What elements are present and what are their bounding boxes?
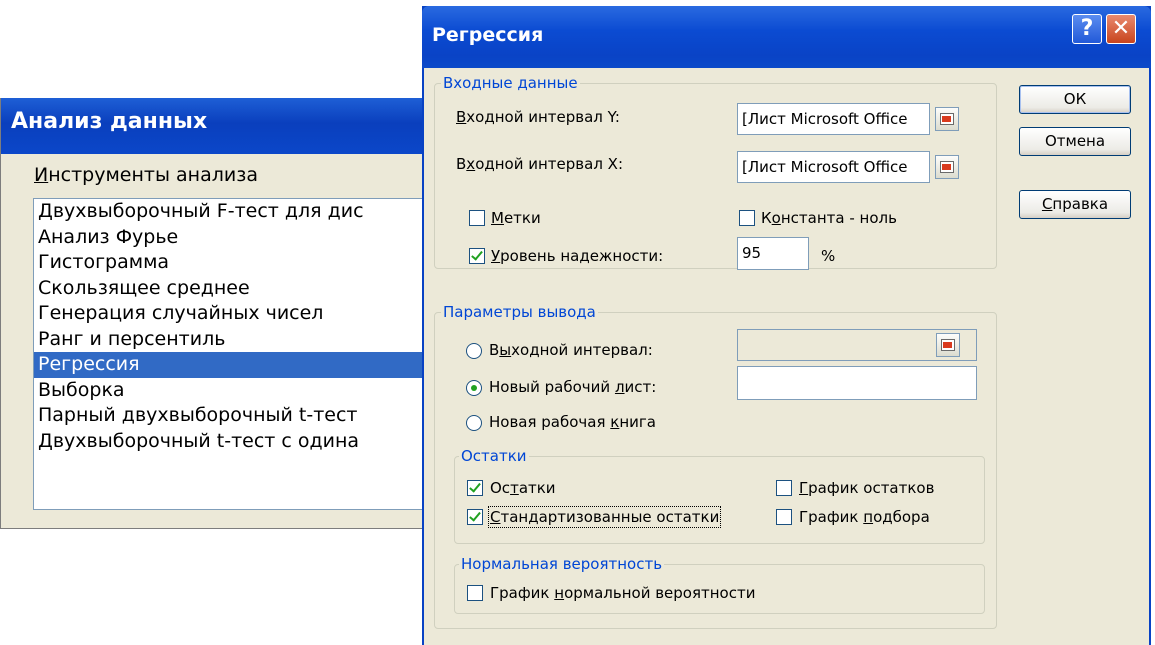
regression-title-bar[interactable]: Регрессия ? ✕ — [422, 6, 1151, 68]
new-worksheet-radio[interactable] — [466, 380, 482, 396]
residuals-group: Остатки — [454, 447, 985, 544]
help-button[interactable]: Справка — [1019, 190, 1131, 219]
input-x-label: Входной интервал X: — [456, 155, 623, 173]
percent-sign: % — [821, 247, 836, 265]
residuals-checkbox[interactable] — [467, 480, 483, 496]
normal-probability-plot-checkbox[interactable] — [467, 585, 483, 601]
input-y-label: Входной интервал Y: — [456, 108, 620, 126]
analysis-tool-item[interactable]: Скользящее среднее — [34, 276, 462, 302]
analysis-tool-item[interactable]: Генерация случайных чисел — [34, 301, 462, 327]
input-y-collapse-icon[interactable] — [935, 107, 959, 131]
input-data-legend: Входные данные — [441, 74, 580, 92]
standardized-residuals-label: Стандартизованные остатки — [487, 506, 722, 528]
data-analysis-title-bar[interactable]: Анализ данных — [1, 98, 461, 154]
input-y-field[interactable]: [Лист Microsoft Office — [737, 103, 930, 135]
analysis-tool-item[interactable]: Ранг и персентиль — [34, 327, 462, 353]
residuals-label: Остатки — [490, 479, 556, 497]
output-range-label: Выходной интервал: — [489, 341, 653, 359]
cancel-button[interactable]: Отмена — [1019, 127, 1131, 156]
residuals-legend: Остатки — [459, 447, 529, 465]
data-analysis-dialog: Анализ данных Инструменты анализа Двухвы… — [0, 98, 462, 529]
confidence-level-label: Уровень надежности: — [491, 247, 664, 265]
input-x-collapse-icon[interactable] — [935, 155, 959, 179]
close-icon[interactable]: ✕ — [1106, 14, 1136, 44]
fit-plot-checkbox[interactable] — [776, 509, 792, 525]
constant-zero-checkbox[interactable] — [739, 210, 755, 226]
new-workbook-label: Новая рабочая книга — [489, 413, 656, 431]
data-analysis-title: Анализ данных — [11, 109, 208, 134]
labels-checkbox[interactable] — [469, 210, 485, 226]
analysis-tool-item[interactable]: Гистограмма — [34, 250, 462, 276]
regression-title: Регрессия — [432, 24, 544, 46]
analysis-tools-label: Инструменты анализа — [34, 164, 258, 186]
input-x-field[interactable]: [Лист Microsoft Office — [737, 151, 930, 183]
constant-zero-label: Константа - ноль — [761, 209, 897, 227]
analysis-tool-item[interactable]: Выборка — [34, 378, 462, 404]
output-range-radio[interactable] — [466, 343, 482, 359]
fit-plot-label: График подбора — [799, 508, 930, 526]
confidence-level-checkbox[interactable] — [469, 248, 485, 264]
normal-probability-legend: Нормальная вероятность — [459, 555, 665, 573]
labels-label: Метки — [491, 209, 541, 227]
analysis-tool-item[interactable]: Двухвыборочный t-тест с одина — [34, 429, 462, 455]
output-range-collapse-icon[interactable] — [936, 333, 960, 357]
normal-probability-plot-label: График нормальной вероятности — [490, 584, 756, 602]
new-workbook-radio[interactable] — [466, 415, 482, 431]
analysis-tool-item[interactable]: Анализ Фурье — [34, 225, 462, 251]
help-question-icon[interactable]: ? — [1072, 14, 1102, 44]
new-worksheet-field[interactable] — [737, 366, 977, 400]
residual-plot-label: График остатков — [799, 479, 935, 497]
output-options-legend: Параметры вывода — [441, 303, 598, 321]
new-worksheet-label: Новый рабочий лист: — [489, 378, 657, 396]
analysis-tool-item[interactable]: Парный двухвыборочный t-тест — [34, 403, 462, 429]
analysis-tools-list[interactable]: Двухвыборочный F-тест для дис Анализ Фурь… — [33, 198, 462, 510]
ok-button[interactable]: ОК — [1019, 85, 1131, 114]
confidence-level-field[interactable]: 95 — [737, 237, 809, 270]
regression-dialog: Регрессия ? ✕ Входные данные Входной инт… — [422, 6, 1151, 645]
standardized-residuals-checkbox[interactable] — [467, 509, 483, 525]
analysis-tool-item[interactable]: Регрессия — [34, 352, 462, 378]
analysis-tool-item[interactable]: Двухвыборочный F-тест для дис — [34, 199, 462, 225]
residual-plot-checkbox[interactable] — [776, 480, 792, 496]
